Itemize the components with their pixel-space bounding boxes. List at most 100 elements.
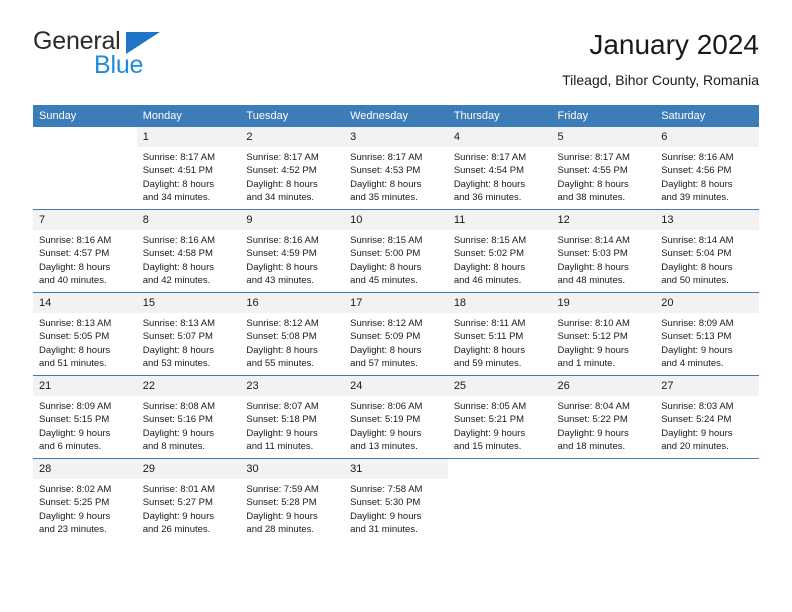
sunrise-text: Sunrise: 8:14 AM: [661, 235, 734, 246]
calendar-day-cell[interactable]: 24 Sunrise: 8:06 AM Sunset: 5:19 PM Dayligh…: [344, 375, 448, 459]
sunrise-text: Sunrise: 8:02 AM: [39, 484, 112, 495]
sunset-text: Sunset: 5:03 PM: [557, 248, 628, 260]
calendar-day-cell[interactable]: 29 Sunrise: 8:01 AM Sunset: 5:27 PM Dayligh…: [136, 458, 241, 541]
calendar-day-cell[interactable]: 3 Sunrise: 8:17 AM Sunset: 4:53 PM Daylight…: [344, 127, 448, 210]
daylight-text-line1: Daylight: 8 hours: [246, 344, 318, 356]
calendar-day-cell[interactable]: 30 Sunrise: 7:59 AM Sunset: 5:28 PM Dayligh…: [240, 458, 345, 541]
daylight-text-line1: Daylight: 8 hours: [246, 178, 318, 190]
sunrise-text: Sunrise: 8:15 AM: [453, 235, 527, 246]
calendar-day-cell[interactable]: 15 Sunrise: 8:13 AM Sunset: 5:07 PM Dayligh…: [136, 292, 241, 376]
day-sun-info: Sunrise: 8:09 AM Sunset: 5:13 PM Daylight:…: [655, 313, 759, 371]
day-sun-info: Sunrise: 7:59 AM Sunset: 5:28 PM Daylight:…: [240, 479, 344, 537]
day-sun-info: Sunrise: 8:06 AM Sunset: 5:19 PM Daylight:…: [344, 396, 448, 454]
calendar-day-cell[interactable]: 9 Sunrise: 8:16 AM Sunset: 4:59 PM Daylight…: [240, 209, 345, 293]
calendar-header-row: Sunday Monday Tuesday Wednesday Thursday…: [33, 105, 759, 127]
calendar-day-cell[interactable]: 13 Sunrise: 8:14 AM Sunset: 5:04 PM Dayligh…: [655, 209, 759, 293]
calendar-day-cell[interactable]: 7 Sunrise: 8:16 AM Sunset: 4:57 PM Daylight…: [33, 209, 137, 293]
day-sun-info: Sunrise: 8:03 AM Sunset: 5:24 PM Daylight:…: [655, 396, 759, 454]
calendar-day-cell[interactable]: 20 Sunrise: 8:09 AM Sunset: 5:13 PM Dayligh…: [655, 292, 759, 376]
sunrise-text: Sunrise: 8:16 AM: [246, 235, 319, 246]
general-blue-logo: General Blue: [33, 28, 263, 90]
sunrise-text: Sunrise: 8:11 AM: [453, 318, 526, 329]
calendar-body: 1 Sunrise: 8:17 AM Sunset: 4:51 PM Daylight…: [33, 127, 759, 541]
daylight-text-line2: and 8 minutes.: [142, 441, 206, 453]
sunset-text: Sunset: 4:51 PM: [142, 165, 213, 177]
sunset-text: Sunset: 4:59 PM: [246, 248, 317, 260]
calendar-day-cell[interactable]: 21 Sunrise: 8:09 AM Sunset: 5:15 PM Dayligh…: [33, 375, 137, 459]
sunset-text: Sunset: 5:24 PM: [661, 414, 732, 426]
sunrise-text: Sunrise: 8:01 AM: [142, 484, 216, 495]
weekday-header-monday: Monday: [136, 105, 241, 127]
calendar-day-cell[interactable]: 1 Sunrise: 8:17 AM Sunset: 4:51 PM Daylight…: [136, 127, 241, 210]
day-number: 11: [447, 210, 552, 230]
sunset-text: Sunset: 5:13 PM: [661, 331, 732, 343]
calendar-day-cell[interactable]: 14 Sunrise: 8:13 AM Sunset: 5:05 PM Dayligh…: [33, 292, 137, 376]
sunrise-text: Sunrise: 8:03 AM: [661, 401, 734, 412]
day-sun-info: Sunrise: 8:17 AM Sunset: 4:55 PM Daylight:…: [552, 147, 656, 205]
day-number: 12: [551, 210, 656, 230]
day-sun-info: Sunrise: 7:58 AM Sunset: 5:30 PM Daylight:…: [344, 479, 448, 537]
sunrise-text: Sunrise: 8:16 AM: [142, 235, 216, 246]
day-number: [655, 459, 759, 479]
daylight-text-line2: and 55 minutes.: [246, 358, 315, 370]
daylight-text-line1: Daylight: 9 hours: [350, 510, 422, 522]
calendar-day-cell[interactable]: 23 Sunrise: 8:07 AM Sunset: 5:18 PM Dayligh…: [240, 375, 345, 459]
daylight-text-line1: Daylight: 8 hours: [350, 261, 422, 273]
calendar-cell-empty: [551, 458, 656, 541]
daylight-text-line1: Daylight: 9 hours: [661, 427, 733, 439]
calendar-day-cell[interactable]: 18 Sunrise: 8:11 AM Sunset: 5:11 PM Dayligh…: [447, 292, 552, 376]
calendar-day-cell[interactable]: 6 Sunrise: 8:16 AM Sunset: 4:56 PM Daylight…: [655, 127, 759, 210]
calendar-day-cell[interactable]: 11 Sunrise: 8:15 AM Sunset: 5:02 PM Dayligh…: [447, 209, 552, 293]
day-sun-info: Sunrise: 8:12 AM Sunset: 5:09 PM Daylight:…: [344, 313, 448, 371]
calendar-day-cell[interactable]: 27 Sunrise: 8:03 AM Sunset: 5:24 PM Dayligh…: [655, 375, 759, 459]
calendar-day-cell[interactable]: 19 Sunrise: 8:10 AM Sunset: 5:12 PM Dayligh…: [551, 292, 656, 376]
daylight-text-line2: and 42 minutes.: [142, 275, 211, 287]
calendar-day-cell[interactable]: 10 Sunrise: 8:15 AM Sunset: 5:00 PM Dayligh…: [344, 209, 448, 293]
calendar-week-row: 7 Sunrise: 8:16 AM Sunset: 4:57 PM Daylight…: [33, 209, 759, 293]
sunset-text: Sunset: 4:52 PM: [246, 165, 317, 177]
daylight-text-line2: and 34 minutes.: [142, 192, 211, 204]
daylight-text-line2: and 13 minutes.: [350, 441, 418, 453]
calendar-day-cell[interactable]: 26 Sunrise: 8:04 AM Sunset: 5:22 PM Dayligh…: [551, 375, 656, 459]
daylight-text-line2: and 43 minutes.: [246, 275, 315, 287]
calendar-day-cell[interactable]: 31 Sunrise: 7:58 AM Sunset: 5:30 PM Dayligh…: [344, 458, 448, 541]
daylight-text-line1: Daylight: 8 hours: [39, 261, 111, 273]
day-sun-info: Sunrise: 8:01 AM Sunset: 5:27 PM Daylight:…: [137, 479, 241, 537]
sunset-text: Sunset: 5:18 PM: [246, 414, 317, 426]
calendar-week-row: 28 Sunrise: 8:02 AM Sunset: 5:25 PM Dayligh…: [33, 458, 759, 541]
day-number: 31: [344, 459, 448, 479]
sunrise-text: Sunrise: 7:59 AM: [246, 484, 319, 495]
sunrise-text: Sunrise: 8:17 AM: [142, 152, 216, 163]
day-sun-info: Sunrise: 8:13 AM Sunset: 5:07 PM Daylight:…: [137, 313, 241, 371]
day-sun-info: Sunrise: 8:09 AM Sunset: 5:15 PM Daylight:…: [33, 396, 137, 454]
calendar-day-cell[interactable]: 2 Sunrise: 8:17 AM Sunset: 4:52 PM Daylight…: [240, 127, 345, 210]
day-sun-info: Sunrise: 8:17 AM Sunset: 4:53 PM Daylight:…: [344, 147, 448, 205]
sunset-text: Sunset: 5:08 PM: [246, 331, 317, 343]
day-number: 23: [240, 376, 345, 396]
daylight-text-line2: and 28 minutes.: [246, 524, 315, 536]
daylight-text-line1: Daylight: 8 hours: [246, 261, 318, 273]
day-number: 20: [655, 293, 759, 313]
calendar-day-cell[interactable]: 16 Sunrise: 8:12 AM Sunset: 5:08 PM Dayligh…: [240, 292, 345, 376]
day-number: 7: [33, 210, 137, 230]
sunrise-text: Sunrise: 8:15 AM: [350, 235, 423, 246]
sunrise-text: Sunrise: 8:17 AM: [246, 152, 319, 163]
calendar-day-cell[interactable]: 8 Sunrise: 8:16 AM Sunset: 4:58 PM Daylight…: [136, 209, 241, 293]
day-number: 22: [136, 376, 241, 396]
calendar-day-cell[interactable]: 5 Sunrise: 8:17 AM Sunset: 4:55 PM Daylight…: [551, 127, 656, 210]
sunset-text: Sunset: 5:12 PM: [557, 331, 628, 343]
calendar-day-cell[interactable]: 12 Sunrise: 8:14 AM Sunset: 5:03 PM Dayligh…: [551, 209, 656, 293]
daylight-text-line2: and 36 minutes.: [453, 192, 522, 204]
day-number: 14: [33, 293, 137, 313]
calendar-grid: Sunday Monday Tuesday Wednesday Thursday…: [33, 105, 759, 541]
calendar-day-cell[interactable]: 17 Sunrise: 8:12 AM Sunset: 5:09 PM Dayligh…: [344, 292, 448, 376]
day-number: 19: [551, 293, 656, 313]
daylight-text-line1: Daylight: 9 hours: [557, 344, 629, 356]
calendar-day-cell[interactable]: 25 Sunrise: 8:05 AM Sunset: 5:21 PM Dayligh…: [447, 375, 552, 459]
day-number: 5: [551, 127, 656, 147]
sunset-text: Sunset: 5:27 PM: [142, 497, 213, 509]
calendar-day-cell[interactable]: 22 Sunrise: 8:08 AM Sunset: 5:16 PM Dayligh…: [136, 375, 241, 459]
day-sun-info: Sunrise: 8:14 AM Sunset: 5:03 PM Daylight:…: [552, 230, 656, 288]
calendar-day-cell[interactable]: 4 Sunrise: 8:17 AM Sunset: 4:54 PM Daylight…: [447, 127, 552, 210]
calendar-day-cell[interactable]: 28 Sunrise: 8:02 AM Sunset: 5:25 PM Dayligh…: [33, 458, 137, 541]
